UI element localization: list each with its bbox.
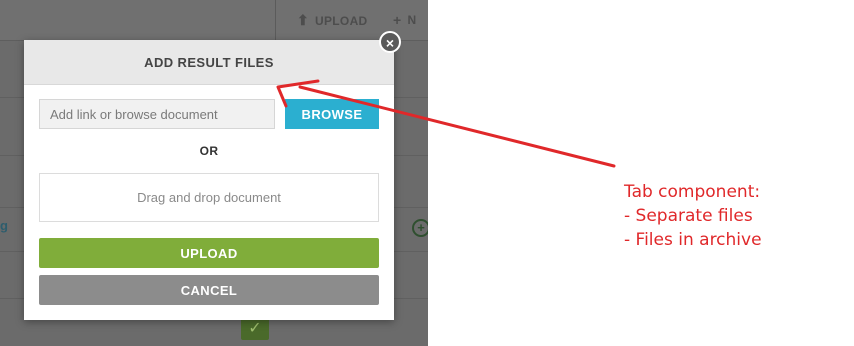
annotation-line: - Separate files [624,206,753,226]
annotation-line: - Files in archive [624,230,762,250]
annotation-note: Tab component: - Separate files - Files … [624,180,762,252]
annotation-line: Tab component: [624,182,761,202]
annotation-arrow [276,79,616,168]
